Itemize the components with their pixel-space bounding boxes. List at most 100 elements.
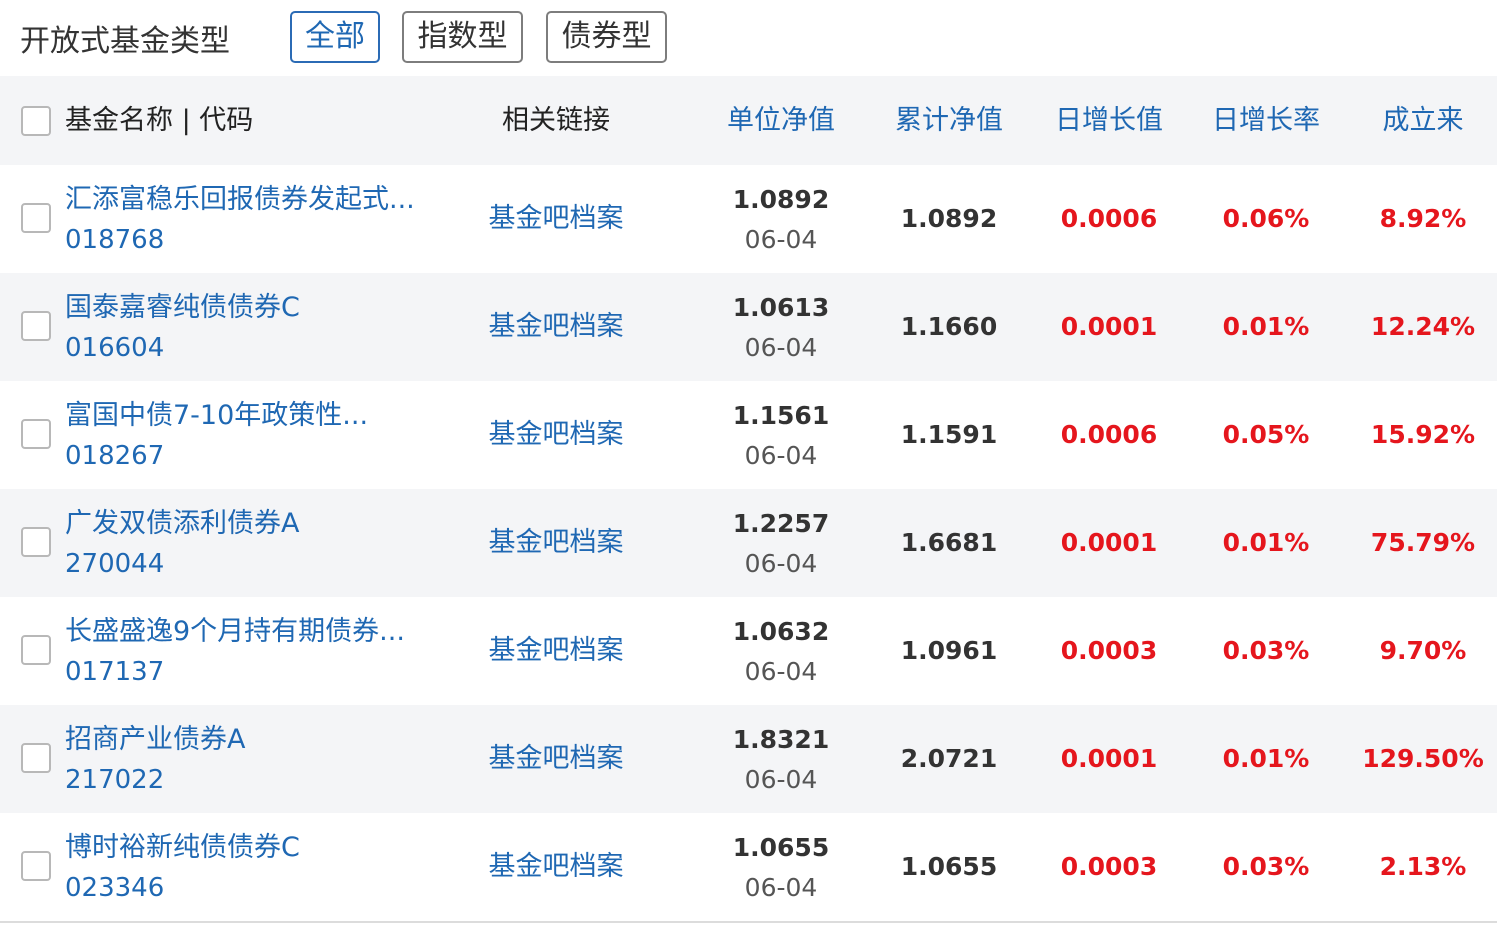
- fund-bar-link[interactable]: 基金吧: [489, 419, 570, 450]
- table-row: 汇添富稳乐回报债券发起式... 018768 基金吧档案 1.0892 06-04 1.0…: [0, 165, 1497, 273]
- header-daily-rate-sort[interactable]: 日增长率: [1185, 76, 1347, 165]
- daily-growth-value: 0.0003: [1060, 852, 1158, 881]
- daily-growth-rate: 0.01%: [1222, 528, 1310, 557]
- acc-nav-value: 1.1591: [900, 420, 998, 449]
- related-links: 基金吧档案: [456, 165, 656, 273]
- unit-nav-value: 1.0613: [732, 293, 830, 322]
- fund-bar-link[interactable]: 基金吧: [489, 851, 570, 882]
- fund-name-link[interactable]: 招商产业债券A: [65, 721, 245, 759]
- nav-date: 06-04: [744, 333, 818, 362]
- related-links: 基金吧档案: [456, 489, 656, 597]
- fund-name-link[interactable]: 富国中债7-10年政策性...: [65, 397, 368, 435]
- row-checkbox[interactable]: [21, 635, 51, 665]
- header-since-inception-sort[interactable]: 成立来: [1342, 76, 1497, 165]
- daily-growth-rate: 0.03%: [1222, 852, 1310, 881]
- row-checkbox[interactable]: [21, 743, 51, 773]
- since-inception-return: 2.13%: [1379, 852, 1467, 881]
- nav-date: 06-04: [744, 225, 818, 254]
- since-inception-return: 8.92%: [1379, 204, 1467, 233]
- since-inception-return: 12.24%: [1370, 312, 1476, 341]
- fund-archive-link[interactable]: 档案: [570, 851, 624, 882]
- fund-code-link[interactable]: 217022: [65, 761, 164, 799]
- acc-nav-value: 2.0721: [900, 744, 998, 773]
- fund-type-label: 开放式基金类型: [20, 24, 230, 59]
- table-row: 博时裕新纯债债券C 023346 基金吧档案 1.0655 06-04 1.0655 0.0…: [0, 813, 1497, 921]
- nav-date: 06-04: [744, 549, 818, 578]
- header-daily-value-sort[interactable]: 日增长值: [1028, 76, 1190, 165]
- daily-growth-rate: 0.03%: [1222, 636, 1310, 665]
- filter-bond-button[interactable]: 债券型: [546, 11, 667, 63]
- fund-name-link[interactable]: 博时裕新纯债债券C: [65, 829, 300, 867]
- header-acc-nav-sort[interactable]: 累计净值: [868, 76, 1030, 165]
- fund-bar-link[interactable]: 基金吧: [489, 311, 570, 342]
- fund-table: 基金名称 | 代码 相关链接 单位净值 累计净值 日增长值 日增长率 成立来 汇…: [0, 76, 1497, 921]
- unit-nav-value: 1.0892: [732, 185, 830, 214]
- nav-date: 06-04: [744, 657, 818, 686]
- daily-growth-value: 0.0001: [1060, 528, 1158, 557]
- fund-code-link[interactable]: 018768: [65, 221, 164, 259]
- fund-name-link[interactable]: 国泰嘉睿纯债债券C: [65, 289, 300, 327]
- acc-nav-value: 1.0655: [900, 852, 998, 881]
- table-row: 长盛盛逸9个月持有期债券... 017137 基金吧档案 1.0632 06-04 1.0…: [0, 597, 1497, 705]
- fund-archive-link[interactable]: 档案: [570, 743, 624, 774]
- daily-growth-value: 0.0001: [1060, 744, 1158, 773]
- fund-name-link[interactable]: 广发双债添利债券A: [65, 505, 299, 543]
- fund-code-link[interactable]: 018267: [65, 437, 164, 475]
- related-links: 基金吧档案: [456, 705, 656, 813]
- row-checkbox[interactable]: [21, 527, 51, 557]
- header-links: 相关链接: [502, 105, 610, 136]
- fund-name-link[interactable]: 汇添富稳乐回报债券发起式...: [65, 181, 415, 219]
- nav-date: 06-04: [744, 765, 818, 794]
- nav-date: 06-04: [744, 873, 818, 902]
- since-inception-return: 9.70%: [1379, 636, 1467, 665]
- daily-growth-rate: 0.01%: [1222, 744, 1310, 773]
- fund-archive-link[interactable]: 档案: [570, 527, 624, 558]
- fund-archive-link[interactable]: 档案: [570, 419, 624, 450]
- fund-type-filter-bar: 开放式基金类型 全部 指数型 债券型: [0, 0, 1497, 76]
- daily-growth-rate: 0.06%: [1222, 204, 1310, 233]
- unit-nav-value: 1.0655: [732, 833, 830, 862]
- fund-code-link[interactable]: 270044: [65, 545, 164, 583]
- related-links: 基金吧档案: [456, 381, 656, 489]
- header-fund-name: 基金名称 | 代码: [65, 105, 254, 136]
- filter-index-button[interactable]: 指数型: [402, 11, 523, 63]
- since-inception-return: 129.50%: [1362, 744, 1484, 773]
- acc-nav-value: 1.1660: [900, 312, 998, 341]
- fund-code-link[interactable]: 016604: [65, 329, 164, 367]
- fund-archive-link[interactable]: 档案: [570, 203, 624, 234]
- table-row: 招商产业债券A 217022 基金吧档案 1.8321 06-04 2.0721 0.000…: [0, 705, 1497, 813]
- fund-bar-link[interactable]: 基金吧: [489, 527, 570, 558]
- nav-date: 06-04: [744, 441, 818, 470]
- row-checkbox[interactable]: [21, 311, 51, 341]
- filter-all-button[interactable]: 全部: [290, 11, 380, 63]
- table-row: 广发双债添利债券A 270044 基金吧档案 1.2257 06-04 1.6681 0.0…: [0, 489, 1497, 597]
- table-header: 基金名称 | 代码 相关链接 单位净值 累计净值 日增长值 日增长率 成立来: [0, 76, 1497, 165]
- fund-archive-link[interactable]: 档案: [570, 635, 624, 666]
- daily-growth-value: 0.0003: [1060, 636, 1158, 665]
- row-checkbox[interactable]: [21, 419, 51, 449]
- daily-growth-value: 0.0006: [1060, 204, 1158, 233]
- table-bottom-divider: [0, 921, 1497, 923]
- unit-nav-value: 1.1561: [732, 401, 830, 430]
- fund-code-link[interactable]: 023346: [65, 869, 164, 907]
- row-checkbox[interactable]: [21, 203, 51, 233]
- unit-nav-value: 1.8321: [732, 725, 830, 754]
- acc-nav-value: 1.0961: [900, 636, 998, 665]
- select-all-checkbox[interactable]: [21, 106, 51, 136]
- fund-archive-link[interactable]: 档案: [570, 311, 624, 342]
- fund-name-link[interactable]: 长盛盛逸9个月持有期债券...: [65, 613, 405, 651]
- daily-growth-value: 0.0006: [1060, 420, 1158, 449]
- row-checkbox[interactable]: [21, 851, 51, 881]
- since-inception-return: 15.92%: [1370, 420, 1476, 449]
- related-links: 基金吧档案: [456, 597, 656, 705]
- fund-bar-link[interactable]: 基金吧: [489, 743, 570, 774]
- fund-bar-link[interactable]: 基金吧: [489, 203, 570, 234]
- daily-growth-value: 0.0001: [1060, 312, 1158, 341]
- fund-code-link[interactable]: 017137: [65, 653, 164, 691]
- related-links: 基金吧档案: [456, 813, 656, 921]
- since-inception-return: 75.79%: [1370, 528, 1476, 557]
- unit-nav-value: 1.0632: [732, 617, 830, 646]
- header-unit-nav-sort[interactable]: 单位净值: [700, 76, 862, 165]
- fund-bar-link[interactable]: 基金吧: [489, 635, 570, 666]
- table-row: 富国中债7-10年政策性... 018267 基金吧档案 1.1561 06-04 1.1…: [0, 381, 1497, 489]
